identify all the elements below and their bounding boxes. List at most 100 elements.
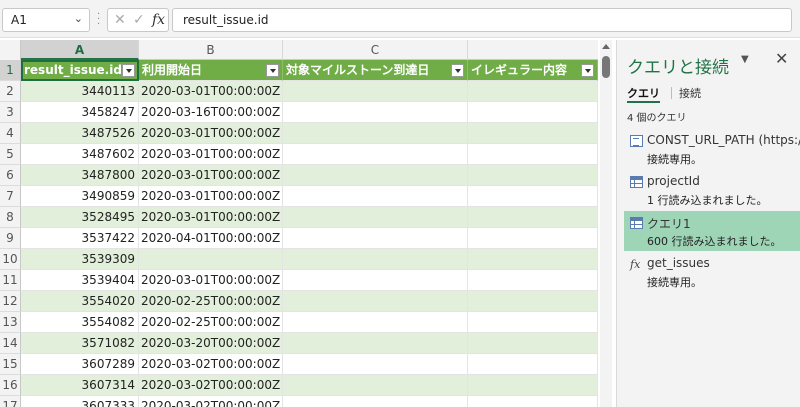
vertical-scrollbar[interactable] — [600, 40, 612, 407]
issue-id-cell[interactable]: 3440113 — [21, 81, 139, 102]
empty-cell[interactable] — [283, 186, 468, 207]
start-date-cell[interactable]: 2020-03-16T00:00:00Z — [139, 102, 283, 123]
filter-dropdown-icon[interactable] — [581, 64, 594, 77]
empty-cell[interactable] — [283, 396, 468, 407]
empty-cell[interactable] — [283, 270, 468, 291]
issue-id-cell[interactable]: 3537422 — [21, 228, 139, 249]
issue-id-cell[interactable]: 3487800 — [21, 165, 139, 186]
empty-cell[interactable] — [468, 270, 598, 291]
cancel-icon[interactable]: ✕ — [114, 12, 126, 28]
query-item[interactable]: CONST_URL_PATH (https:// 接続専用。 — [624, 129, 800, 169]
row-number[interactable]: 9 — [0, 228, 21, 249]
enter-icon[interactable]: ✓ — [133, 12, 145, 28]
query-item[interactable]: fx get_issues 接続専用。 — [624, 252, 800, 292]
select-all-corner[interactable] — [0, 40, 21, 60]
issue-id-cell[interactable]: 3487602 — [21, 144, 139, 165]
empty-cell[interactable] — [468, 102, 598, 123]
empty-cell[interactable] — [468, 186, 598, 207]
issue-id-cell[interactable]: 3539404 — [21, 270, 139, 291]
empty-cell[interactable] — [283, 144, 468, 165]
start-date-cell[interactable]: 2020-03-01T00:00:00Z — [139, 123, 283, 144]
empty-cell[interactable] — [283, 291, 468, 312]
table-header-cell[interactable]: 利用開始日 — [139, 60, 283, 81]
row-number[interactable]: 13 — [0, 312, 21, 333]
row-number[interactable]: 7 — [0, 186, 21, 207]
worksheet-grid[interactable]: A B C 1 result_issue.id 利用開始日 対象マイルストーン到達日 イ… — [0, 40, 598, 407]
empty-cell[interactable] — [468, 312, 598, 333]
empty-cell[interactable] — [468, 375, 598, 396]
empty-cell[interactable] — [468, 165, 598, 186]
start-date-cell[interactable]: 2020-03-01T00:00:00Z — [139, 186, 283, 207]
empty-cell[interactable] — [283, 165, 468, 186]
scroll-thumb[interactable] — [602, 56, 610, 78]
start-date-cell[interactable] — [139, 249, 283, 270]
empty-cell[interactable] — [468, 291, 598, 312]
start-date-cell[interactable]: 2020-03-02T00:00:00Z — [139, 375, 283, 396]
issue-id-cell[interactable]: 3528495 — [21, 207, 139, 228]
chevron-down-icon[interactable]: ⌄ — [74, 12, 83, 25]
table-header-cell[interactable]: result_issue.id — [21, 60, 139, 81]
column-header-d[interactable] — [468, 40, 598, 60]
row-number[interactable]: 12 — [0, 291, 21, 312]
formula-input[interactable]: result_issue.id — [172, 8, 792, 32]
empty-cell[interactable] — [283, 249, 468, 270]
issue-id-cell[interactable]: 3554082 — [21, 312, 139, 333]
filter-dropdown-icon[interactable] — [122, 64, 135, 77]
empty-cell[interactable] — [468, 123, 598, 144]
start-date-cell[interactable]: 2020-02-25T00:00:00Z — [139, 312, 283, 333]
filter-dropdown-icon[interactable] — [451, 64, 464, 77]
row-number[interactable]: 6 — [0, 165, 21, 186]
empty-cell[interactable] — [468, 81, 598, 102]
query-item[interactable]: projectId 1 行読み込まれました。 — [624, 170, 800, 210]
table-header-cell[interactable]: イレギュラー内容 — [468, 60, 598, 81]
row-number[interactable]: 15 — [0, 354, 21, 375]
row-number[interactable]: 1 — [0, 60, 21, 81]
issue-id-cell[interactable]: 3607314 — [21, 375, 139, 396]
issue-id-cell[interactable]: 3607289 — [21, 354, 139, 375]
empty-cell[interactable] — [283, 228, 468, 249]
empty-cell[interactable] — [283, 333, 468, 354]
empty-cell[interactable] — [468, 396, 598, 407]
row-number[interactable]: 11 — [0, 270, 21, 291]
start-date-cell[interactable]: 2020-03-01T00:00:00Z — [139, 144, 283, 165]
start-date-cell[interactable]: 2020-03-02T00:00:00Z — [139, 354, 283, 375]
start-date-cell[interactable]: 2020-03-01T00:00:00Z — [139, 81, 283, 102]
empty-cell[interactable] — [468, 249, 598, 270]
start-date-cell[interactable]: 2020-03-01T00:00:00Z — [139, 165, 283, 186]
row-number[interactable]: 8 — [0, 207, 21, 228]
start-date-cell[interactable]: 2020-03-01T00:00:00Z — [139, 270, 283, 291]
empty-cell[interactable] — [283, 375, 468, 396]
query-item[interactable]: クエリ1 600 行読み込まれました。 — [624, 211, 800, 251]
start-date-cell[interactable]: 2020-03-20T00:00:00Z — [139, 333, 283, 354]
row-number[interactable]: 3 — [0, 102, 21, 123]
tab-queries[interactable]: クエリ — [627, 85, 660, 103]
empty-cell[interactable] — [468, 228, 598, 249]
scroll-up-icon[interactable] — [602, 44, 610, 49]
start-date-cell[interactable]: 2020-04-01T00:00:00Z — [139, 228, 283, 249]
column-header-c[interactable]: C — [283, 40, 468, 60]
row-number[interactable]: 5 — [0, 144, 21, 165]
row-number[interactable]: 10 — [0, 249, 21, 270]
issue-id-cell[interactable]: 3539309 — [21, 249, 139, 270]
empty-cell[interactable] — [468, 207, 598, 228]
row-number[interactable]: 17 — [0, 396, 21, 407]
issue-id-cell[interactable]: 3490859 — [21, 186, 139, 207]
empty-cell[interactable] — [283, 207, 468, 228]
row-number[interactable]: 16 — [0, 375, 21, 396]
row-number[interactable]: 14 — [0, 333, 21, 354]
issue-id-cell[interactable]: 3487526 — [21, 123, 139, 144]
issue-id-cell[interactable]: 3571082 — [21, 333, 139, 354]
issue-id-cell[interactable]: 3554020 — [21, 291, 139, 312]
issue-id-cell[interactable]: 3607333 — [21, 396, 139, 407]
empty-cell[interactable] — [468, 144, 598, 165]
column-header-b[interactable]: B — [139, 40, 283, 60]
empty-cell[interactable] — [468, 333, 598, 354]
empty-cell[interactable] — [468, 354, 598, 375]
name-box[interactable]: A1 ⌄ — [2, 8, 90, 32]
column-header-a[interactable]: A — [21, 40, 139, 60]
table-header-cell[interactable]: 対象マイルストーン到達日 — [283, 60, 468, 81]
tab-connections[interactable]: 接続 — [679, 85, 701, 103]
pane-options-icon[interactable]: ▼ — [741, 54, 749, 65]
empty-cell[interactable] — [283, 123, 468, 144]
start-date-cell[interactable]: 2020-03-01T00:00:00Z — [139, 207, 283, 228]
